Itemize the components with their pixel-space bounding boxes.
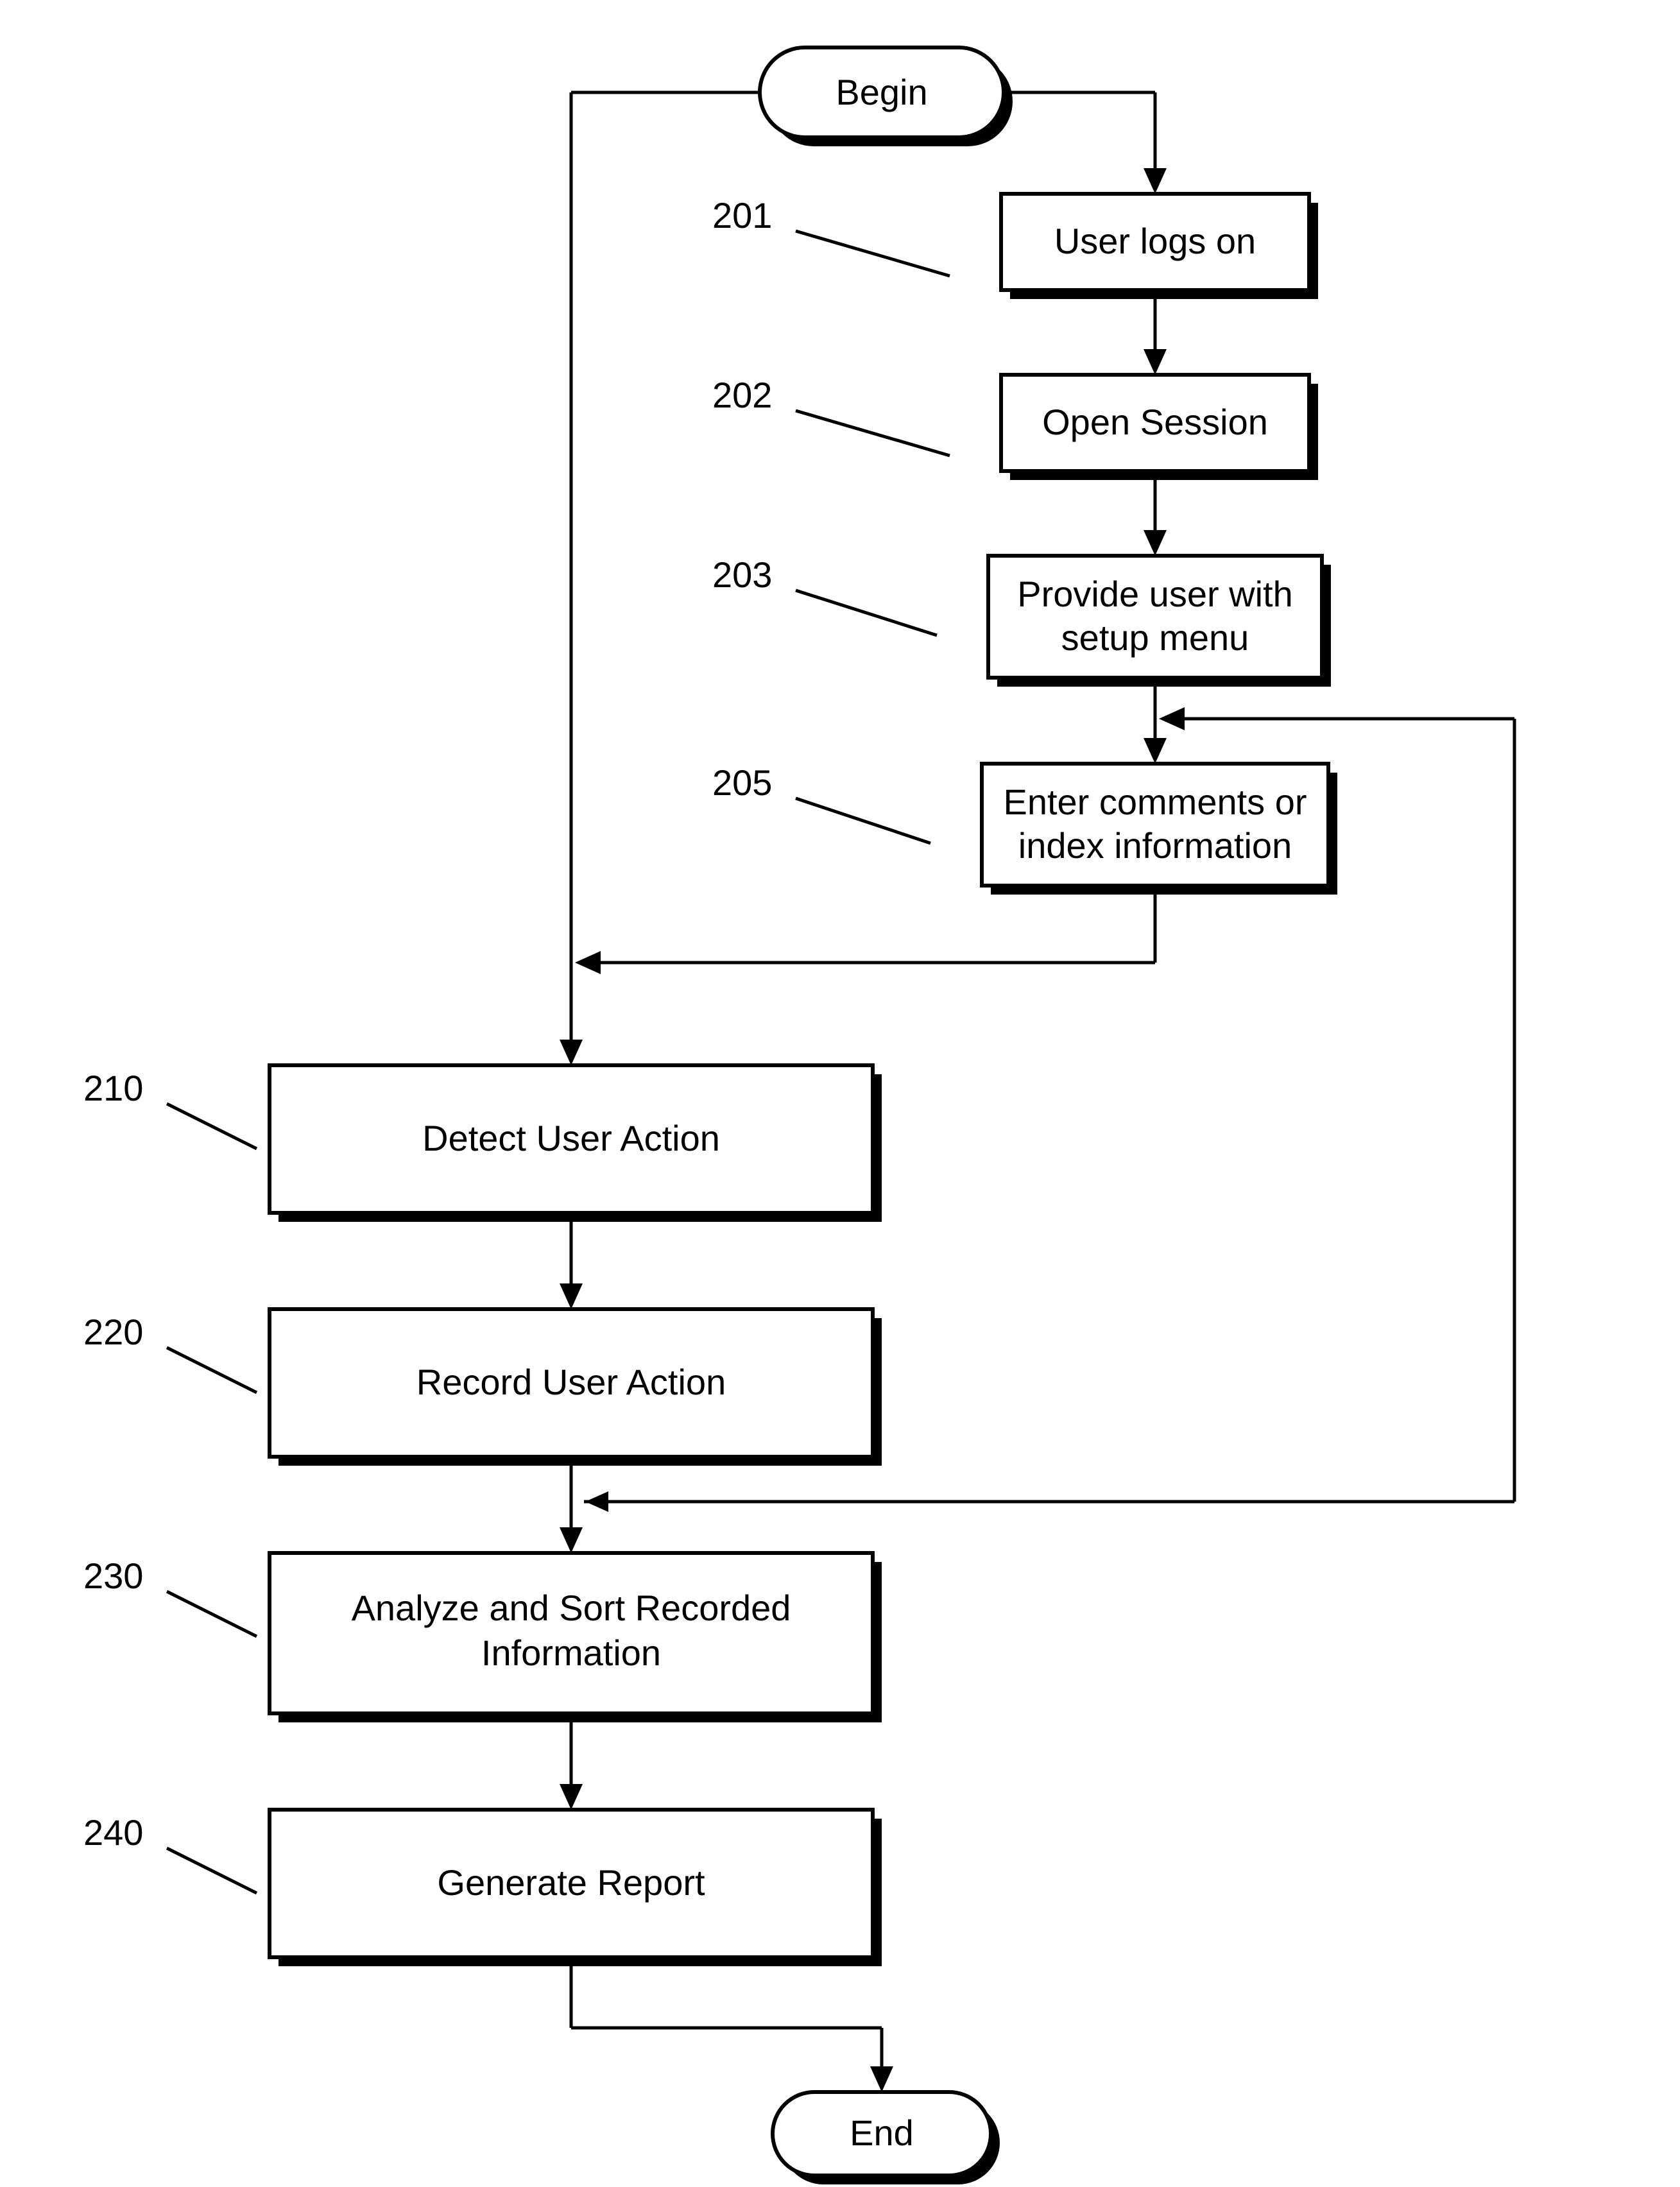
end-label: End xyxy=(850,2113,914,2153)
ref-201: 201 xyxy=(712,195,950,276)
n205-label2: index information xyxy=(1018,825,1292,866)
n203-label2: setup menu xyxy=(1061,617,1249,658)
ref-202: 202 xyxy=(712,375,950,456)
arrow-240-to-end xyxy=(571,1957,893,2092)
n230-label2: Information xyxy=(481,1633,661,1673)
n240-ref: 240 xyxy=(83,1812,143,1853)
n240-label: Generate Report xyxy=(437,1862,705,1903)
n210-label: Detect User Action xyxy=(422,1118,720,1158)
arrow-202-to-203 xyxy=(1144,471,1167,556)
n202-label: Open Session xyxy=(1042,402,1268,442)
node-205: Enter comments or index information xyxy=(982,764,1337,895)
n230-ref: 230 xyxy=(83,1556,143,1596)
arrow-230-to-240 xyxy=(560,1713,583,1810)
ref-240: 240 xyxy=(83,1812,257,1893)
n220-ref: 220 xyxy=(83,1312,143,1352)
ref-203: 203 xyxy=(712,554,937,635)
arrow-203-to-205 xyxy=(1144,678,1167,764)
node-201: User logs on xyxy=(1001,194,1318,299)
node-203: Provide user with setup menu xyxy=(988,556,1331,687)
arrow-220-to-230 xyxy=(560,1457,583,1553)
n202-ref: 202 xyxy=(712,375,772,415)
n205-label1: Enter comments or xyxy=(1003,782,1307,822)
flowchart: Begin User logs on 201 Open Session 202 xyxy=(0,0,1680,2187)
n205-ref: 205 xyxy=(712,762,772,803)
arrow-210-to-220 xyxy=(560,1213,583,1309)
node-begin: Begin xyxy=(760,47,1013,146)
node-210: Detect User Action xyxy=(270,1065,882,1222)
n201-label: User logs on xyxy=(1054,221,1256,261)
arrow-201-to-202 xyxy=(1144,290,1167,375)
ref-220: 220 xyxy=(83,1312,257,1393)
n203-ref: 203 xyxy=(712,554,772,595)
n220-label: Record User Action xyxy=(416,1362,726,1402)
arrow-205-to-210 xyxy=(575,886,1155,974)
ref-230: 230 xyxy=(83,1556,257,1636)
node-240: Generate Report xyxy=(270,1810,882,1966)
n203-label1: Provide user with xyxy=(1017,574,1293,614)
arrow-begin-to-201 xyxy=(1004,92,1167,194)
node-230: Analyze and Sort Recorded Information xyxy=(270,1553,882,1722)
begin-label: Begin xyxy=(836,72,927,112)
node-end: End xyxy=(773,2092,1000,2184)
node-202: Open Session xyxy=(1001,375,1318,480)
ref-210: 210 xyxy=(83,1068,257,1149)
n210-ref: 210 xyxy=(83,1068,143,1108)
node-220: Record User Action xyxy=(270,1309,882,1466)
ref-205: 205 xyxy=(712,762,930,843)
n230-label1: Analyze and Sort Recorded xyxy=(352,1588,791,1628)
n201-ref: 201 xyxy=(712,195,772,236)
